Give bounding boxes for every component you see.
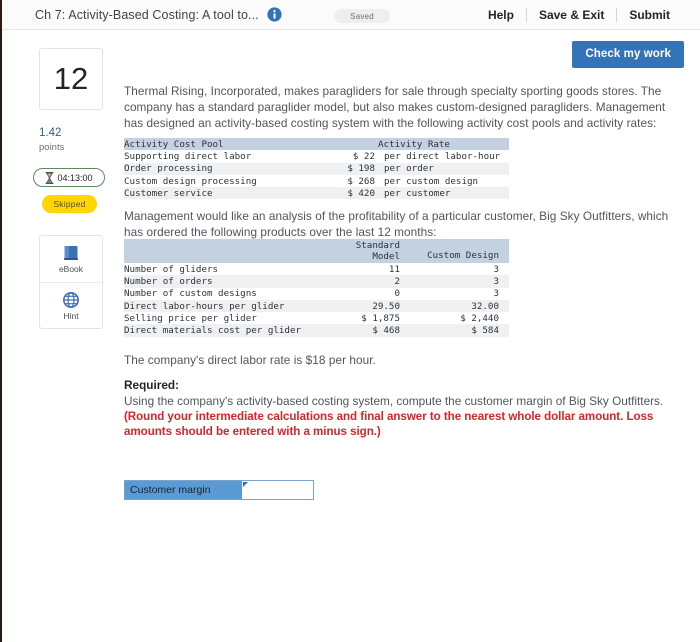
customer-margin-label: Customer margin [125, 481, 241, 499]
ebook-label: eBook [59, 264, 83, 274]
tools-panel: eBook Hint [39, 235, 103, 329]
activity-rate-table: Activity Cost Pool Activity Rate Support… [124, 138, 509, 199]
table-row: Supporting direct labor $ 22 per direct … [124, 150, 509, 162]
info-icon[interactable] [267, 7, 282, 22]
table-row: Number of orders 2 3 [124, 275, 509, 287]
product-metric-label: Number of custom designs [124, 288, 319, 300]
product-custom-value: 3 [414, 263, 509, 275]
table-row: Number of custom designs 0 3 [124, 288, 509, 300]
book-icon [62, 244, 80, 262]
question-page: Ch 7: Activity-Based Costing: A tool to.… [0, 0, 700, 642]
header-activity-cost-pool: Activity Cost Pool [124, 138, 319, 150]
table-header-row: Standard Model Custom Design [124, 239, 509, 263]
points-label: points [39, 142, 64, 153]
help-button[interactable]: Help [476, 8, 526, 22]
top-right-actions: Help Save & Exit Submit [476, 0, 682, 30]
status-badge: Skipped [42, 195, 97, 213]
header-standard-model: Standard Model [319, 239, 414, 263]
globe-icon [62, 291, 80, 309]
header-blank [124, 239, 319, 263]
submit-button[interactable]: Submit [617, 8, 682, 22]
customer-margin-input-cell[interactable] [241, 481, 313, 499]
required-section: Required: Using the company's activity-b… [124, 377, 676, 439]
timer-badge: 04:13:00 [33, 168, 105, 187]
hint-label: Hint [63, 311, 78, 321]
product-standard-value: 11 [319, 263, 414, 275]
cost-pool-name: Order processing [124, 163, 319, 175]
cost-pool-name: Customer service [124, 187, 319, 199]
product-standard-value: $ 1,875 [319, 312, 414, 324]
table-row: Order processing $ 198 per order [124, 163, 509, 175]
cost-pool-unit: per direct labor-hour [379, 150, 509, 162]
points-value: 1.42 [39, 127, 61, 139]
ebook-button[interactable]: eBook [40, 236, 102, 282]
question-title: Ch 7: Activity-Based Costing: A tool to.… [35, 8, 259, 22]
product-custom-value: 3 [414, 288, 509, 300]
question-rail: 12 1.42 points 04:13:00 Skipped eBook [2, 30, 120, 642]
table-row: Direct materials cost per glider $ 468 $… [124, 324, 509, 336]
table-row: Custom design processing $ 268 per custo… [124, 175, 509, 187]
product-metric-label: Number of orders [124, 275, 319, 287]
product-metric-label: Direct materials cost per glider [124, 324, 319, 336]
product-standard-value: 0 [319, 288, 414, 300]
hourglass-icon [45, 172, 54, 184]
save-and-exit-button[interactable]: Save & Exit [527, 8, 616, 22]
answer-widget: Customer margin [124, 480, 314, 500]
required-rounding-note: (Round your intermediate calculations an… [124, 409, 676, 439]
product-custom-value: 32.00 [414, 300, 509, 312]
customer-products-table: Standard Model Custom Design Number of g… [124, 239, 509, 337]
header-custom-design: Custom Design [414, 239, 509, 263]
table-row: Number of gliders 11 3 [124, 263, 509, 275]
table-header-row: Activity Cost Pool Activity Rate [124, 138, 509, 150]
check-my-work-button[interactable]: Check my work [572, 41, 684, 68]
saved-status-pill: Saved [334, 9, 390, 23]
product-custom-value: $ 584 [414, 324, 509, 336]
product-metric-label: Number of gliders [124, 263, 319, 275]
product-custom-value: $ 2,440 [414, 312, 509, 324]
intro-paragraph: Thermal Rising, Incorporated, makes para… [124, 83, 676, 131]
customer-margin-input[interactable] [242, 482, 313, 500]
cost-pool-amount: $ 420 [319, 187, 379, 199]
cost-pool-unit: per custom design [379, 175, 509, 187]
question-number: 12 [39, 48, 103, 110]
header-standard-line1: Standard [319, 240, 400, 251]
header-standard-line2: Model [319, 251, 400, 262]
table-row: Customer service $ 420 per customer [124, 187, 509, 199]
product-standard-value: 2 [319, 275, 414, 287]
product-standard-value: 29.50 [319, 300, 414, 312]
cost-pool-amount: $ 22 [319, 150, 379, 162]
table-row: Direct labor-hours per glider 29.50 32.0… [124, 300, 509, 312]
cost-pool-amount: $ 198 [319, 163, 379, 175]
product-metric-label: Selling price per glider [124, 312, 319, 324]
labor-rate-paragraph: The company's direct labor rate is $18 p… [124, 352, 676, 368]
customer-paragraph: Management would like an analysis of the… [124, 208, 676, 240]
timer-value: 04:13:00 [57, 173, 92, 183]
required-text: Using the company's activity-based costi… [124, 393, 676, 409]
cost-pool-name: Custom design processing [124, 175, 319, 187]
cost-pool-unit: per customer [379, 187, 509, 199]
cost-pool-unit: per order [379, 163, 509, 175]
cost-pool-amount: $ 268 [319, 175, 379, 187]
header-activity-rate: Activity Rate [319, 138, 509, 150]
product-standard-value: $ 468 [319, 324, 414, 336]
required-heading: Required: [124, 377, 676, 393]
hint-button[interactable]: Hint [40, 282, 102, 328]
table-row: Selling price per glider $ 1,875 $ 2,440 [124, 312, 509, 324]
cost-pool-name: Supporting direct labor [124, 150, 319, 162]
product-metric-label: Direct labor-hours per glider [124, 300, 319, 312]
product-custom-value: 3 [414, 275, 509, 287]
